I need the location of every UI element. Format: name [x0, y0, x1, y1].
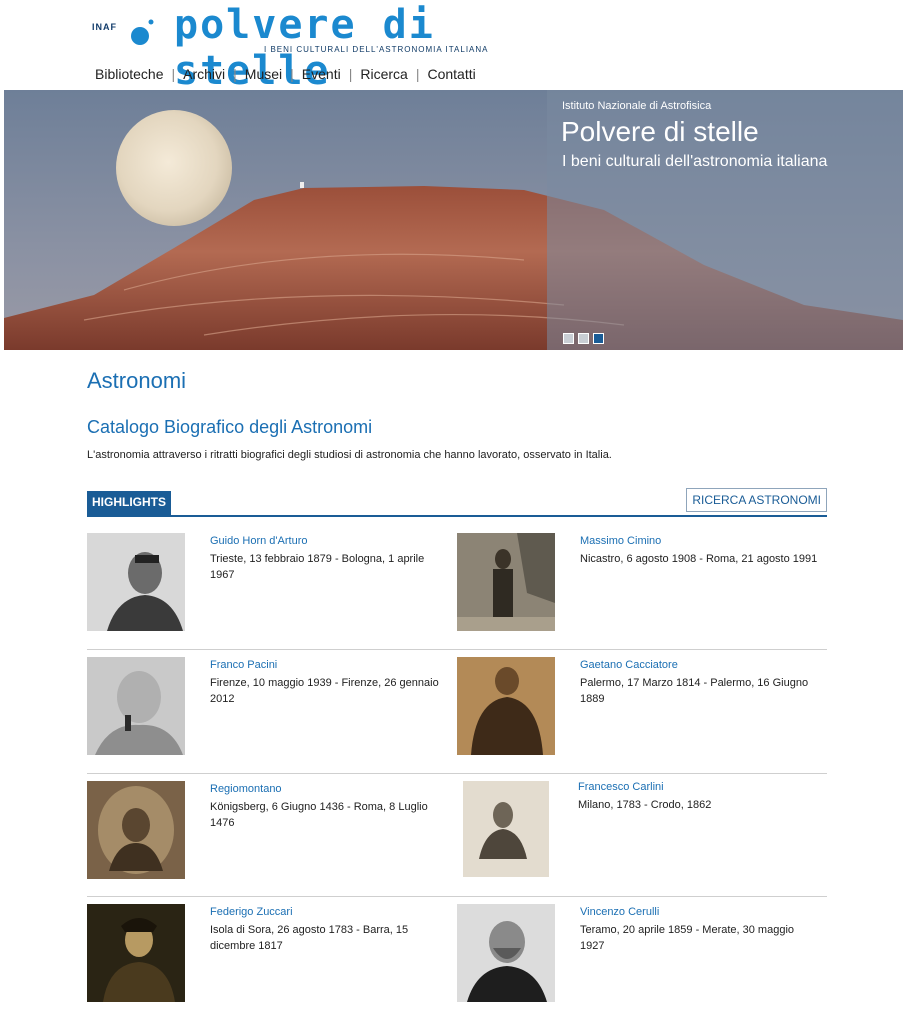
portrait-image [457, 904, 555, 1002]
astronomer-dates: Palermo, 17 Marzo 1814 - Palermo, 16 Giu… [580, 677, 809, 705]
hero-carousel: Istituto Nazionale di Astrofisica Polver… [4, 90, 903, 350]
nav-item-ricerca[interactable]: Ricerca [360, 66, 407, 82]
nav-item-eventi[interactable]: Eventi [302, 66, 341, 82]
row-divider [87, 773, 827, 774]
astronomer-card: Massimo Cimino Nicastro, 6 agosto 1908 -… [457, 533, 822, 633]
nav-separator: | [415, 66, 420, 82]
astronomer-name[interactable]: Massimo Cimino [580, 535, 661, 547]
hero-caption-panel: Istituto Nazionale di Astrofisica Polver… [547, 90, 903, 350]
astronomer-card: Regiomontano Königsberg, 6 Giugno 1436 -… [87, 781, 452, 881]
main-nav: Biblioteche | Archivi | Musei | Eventi |… [95, 66, 476, 82]
astronomer-card: Franco Pacini Firenze, 10 maggio 1939 - … [87, 657, 452, 757]
nav-item-archivi[interactable]: Archivi [183, 66, 225, 82]
astronomer-name[interactable]: Gaetano Cacciatore [580, 659, 678, 671]
portrait-image [457, 781, 555, 879]
astronomer-dates: Milano, 1783 - Crodo, 1862 [578, 799, 712, 811]
tab-bar: HIGHLIGHTS RICERCA ASTRONOMI [87, 488, 827, 517]
portrait-image [457, 533, 555, 631]
inaf-label: INAF [92, 22, 117, 32]
site-logo[interactable]: INAF polvere di stelle I BENI CULTURALI … [92, 2, 552, 94]
astronomer-name[interactable]: Guido Horn d'Arturo [210, 535, 307, 547]
carousel-dot-1[interactable] [563, 333, 574, 344]
astronomer-name[interactable]: Francesco Carlini [578, 781, 664, 793]
nav-item-musei[interactable]: Musei [245, 66, 282, 82]
tab-highlights[interactable]: HIGHLIGHTS [87, 491, 171, 515]
nav-separator: | [233, 66, 237, 82]
astronomer-card: Gaetano Cacciatore Palermo, 17 Marzo 181… [457, 657, 822, 757]
astronomer-card: Vincenzo Cerulli Teramo, 20 aprile 1859 … [457, 904, 822, 1004]
carousel-pagination [563, 333, 604, 344]
portrait-image [87, 533, 185, 631]
page-title: Astronomi [87, 368, 187, 393]
astronomer-card: Federigo Zuccari Isola di Sora, 26 agost… [87, 904, 452, 1004]
astronomer-card: Francesco Carlini Milano, 1783 - Crodo, … [457, 781, 822, 881]
astronomer-dates: Isola di Sora, 26 agosto 1783 - Barra, 1… [210, 924, 409, 952]
nav-separator: | [348, 66, 353, 82]
astronomer-dates: Firenze, 10 maggio 1939 - Firenze, 26 ge… [210, 677, 439, 705]
portrait-image [457, 657, 555, 755]
nav-separator: | [171, 66, 176, 82]
astronomer-name[interactable]: Franco Pacini [210, 659, 277, 671]
astronomer-dates: Trieste, 13 febbraio 1879 - Bologna, 1 a… [210, 553, 425, 581]
portrait-image [87, 904, 185, 1002]
astronomer-name[interactable]: Federigo Zuccari [210, 906, 293, 918]
astronomer-card: Guido Horn d'Arturo Trieste, 13 febbraio… [87, 533, 452, 633]
nav-item-contatti[interactable]: Contatti [427, 66, 475, 82]
nav-separator: | [290, 66, 294, 82]
hero-subtitle: I beni culturali dell'astronomia italian… [562, 153, 828, 170]
intro-text: L'astronomia attraverso i ritratti biogr… [87, 449, 612, 461]
astronomer-dates: Königsberg, 6 Giugno 1436 - Roma, 8 Lugl… [210, 801, 428, 829]
hero-kicker: Istituto Nazionale di Astrofisica [562, 100, 712, 112]
portrait-image [87, 657, 185, 755]
nav-item-biblioteche[interactable]: Biblioteche [95, 66, 164, 82]
astronomer-dates: Teramo, 20 aprile 1859 - Merate, 30 magg… [580, 924, 795, 952]
carousel-dot-3[interactable] [593, 333, 604, 344]
search-astronomers-button[interactable]: RICERCA ASTRONOMI [686, 488, 827, 512]
carousel-dot-2[interactable] [578, 333, 589, 344]
section-title: Catalogo Biografico degli Astronomi [87, 417, 373, 437]
portrait-image [87, 781, 185, 879]
astronomer-dates: Nicastro, 6 agosto 1908 - Roma, 21 agost… [580, 553, 818, 565]
site-subtitle: I BENI CULTURALI DELL'ASTRONOMIA ITALIAN… [264, 45, 489, 54]
inaf-logo-icon [131, 19, 154, 45]
row-divider [87, 649, 827, 650]
row-divider [87, 896, 827, 897]
hero-title: Polvere di stelle [561, 116, 759, 147]
astronomer-name[interactable]: Regiomontano [210, 783, 282, 795]
astronomer-name[interactable]: Vincenzo Cerulli [580, 906, 659, 918]
